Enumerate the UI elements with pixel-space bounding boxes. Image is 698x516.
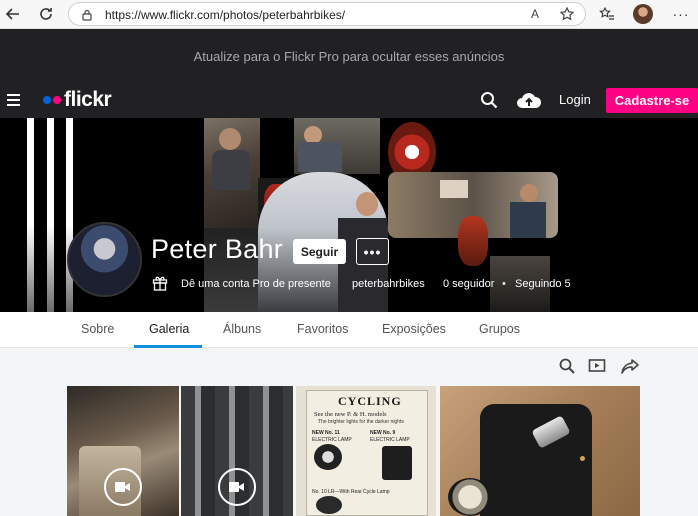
- ad-line: The brighter lights for the darker night…: [318, 419, 404, 425]
- tab-exposicoes[interactable]: Exposições: [382, 322, 446, 336]
- follow-button[interactable]: Seguir: [293, 239, 346, 264]
- video-play-icon[interactable]: [104, 468, 142, 506]
- search-icon[interactable]: [480, 91, 498, 109]
- video-play-icon[interactable]: [218, 468, 256, 506]
- logo-pink-dot-icon: [53, 96, 61, 104]
- slideshow-icon[interactable]: [588, 357, 608, 377]
- tab-sobre[interactable]: Sobre: [81, 322, 114, 336]
- followers-count[interactable]: 0 seguidor: [443, 278, 494, 290]
- profile-avatar[interactable]: [67, 222, 142, 297]
- profile-tabs: Sobre Galeria Álbuns Favoritos Exposiçõe…: [0, 312, 698, 348]
- more-options-button[interactable]: •••: [356, 238, 389, 265]
- gallery-section: CYCLING See the new P. & H. models The b…: [0, 348, 698, 516]
- ad-line: NEW No. 9: [370, 430, 396, 436]
- tab-favoritos[interactable]: Favoritos: [297, 322, 348, 336]
- url-text: https://www.flickr.com/photos/peterbahrb…: [105, 8, 346, 22]
- cover-photo-headbadge: [458, 216, 488, 266]
- flickr-logo[interactable]: flickr: [64, 88, 112, 112]
- tab-grupos[interactable]: Grupos: [479, 322, 520, 336]
- meta-separator: •: [502, 278, 506, 290]
- cover-stripe: [27, 118, 34, 312]
- browser-toolbar: https://www.flickr.com/photos/peterbahrb…: [0, 0, 698, 29]
- cover-photo-mechanic: [204, 118, 260, 228]
- ad-line: ELECTRIC LAMP: [370, 437, 410, 443]
- gallery-thumbnail[interactable]: [181, 386, 293, 516]
- lamp-illustration: [382, 446, 412, 480]
- tab-albuns[interactable]: Álbuns: [223, 322, 261, 336]
- site-header: flickr Login Cadastre-se: [0, 83, 698, 118]
- ad-banner-text[interactable]: Atualize para o Flickr Pro para ocultar …: [194, 49, 505, 64]
- gift-pro-link[interactable]: Dê uma conta Pro de presente: [181, 278, 331, 290]
- signup-button[interactable]: Cadastre-se: [606, 88, 698, 113]
- share-icon[interactable]: [620, 357, 640, 377]
- tab-galeria[interactable]: Galeria: [149, 322, 189, 336]
- gallery-thumbnail[interactable]: [67, 386, 179, 516]
- ad-line: No. 10 LR—With Rear Cycle Lamp: [312, 489, 390, 495]
- logo-blue-dot-icon: [43, 96, 51, 104]
- profile-username: peterbahrbikes: [352, 278, 425, 290]
- cover-stripe: [66, 118, 73, 312]
- ad-line: See the new P. & H. models: [314, 411, 387, 418]
- gallery-thumbnail[interactable]: [440, 386, 640, 516]
- address-bar[interactable]: https://www.flickr.com/photos/peterbahrb…: [68, 2, 586, 26]
- ad-title: CYCLING: [338, 394, 402, 408]
- login-link[interactable]: Login: [559, 92, 591, 107]
- profile-cover: Peter Bahr Seguir ••• Dê uma conta Pro d…: [0, 118, 698, 312]
- ad-line: NEW No. 11: [312, 430, 340, 436]
- lock-icon[interactable]: [81, 8, 93, 21]
- hamburger-menu-icon[interactable]: [7, 94, 20, 106]
- cover-stripe: [47, 118, 54, 312]
- refresh-icon[interactable]: [36, 4, 56, 24]
- gift-icon[interactable]: [152, 275, 168, 291]
- favorite-star-icon[interactable]: [559, 6, 575, 22]
- lamp-illustration: [314, 444, 342, 470]
- lamp-illustration: [316, 496, 342, 514]
- browser-profile-avatar[interactable]: [633, 4, 653, 24]
- read-aloud-icon[interactable]: A: [531, 7, 539, 21]
- gallery-thumbnail[interactable]: CYCLING See the new P. & H. models The b…: [296, 386, 436, 516]
- favorites-icon[interactable]: [597, 4, 617, 24]
- gallery-search-icon[interactable]: [558, 357, 578, 377]
- following-count[interactable]: Seguindo 5: [515, 278, 571, 290]
- ad-line: ELECTRIC LAMP: [312, 437, 352, 443]
- cover-photo-workbench: [294, 118, 380, 174]
- profile-name: Peter Bahr: [151, 234, 284, 264]
- back-icon[interactable]: [3, 4, 23, 24]
- ad-banner[interactable]: Atualize para o Flickr Pro para ocultar …: [0, 29, 698, 83]
- upload-cloud-icon[interactable]: [516, 90, 542, 110]
- browser-menu-icon[interactable]: ···: [671, 4, 691, 24]
